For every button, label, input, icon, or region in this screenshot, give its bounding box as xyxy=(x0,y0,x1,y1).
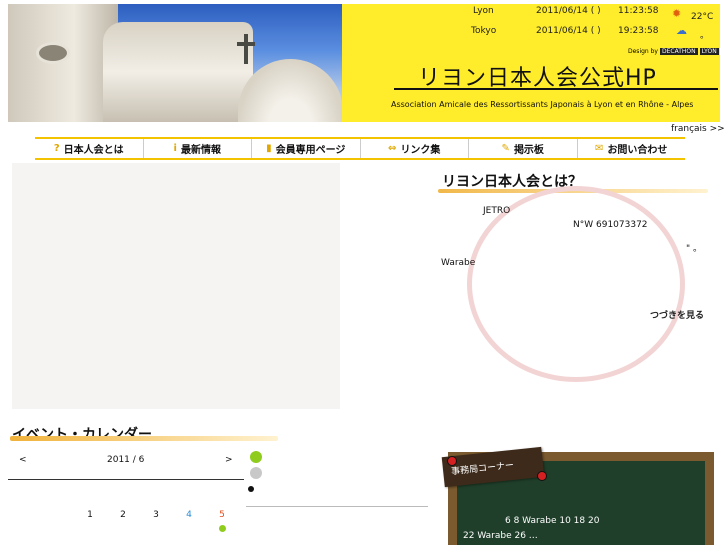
language-link[interactable]: français >> xyxy=(671,124,725,134)
calendar-day[interactable]: 1 xyxy=(82,510,98,520)
calendar-day[interactable]: 5 xyxy=(214,510,230,520)
calendar-underline xyxy=(10,436,278,441)
nav-contact[interactable]: ✉ お問い合わせ xyxy=(578,139,686,158)
design-credit: Design by DECATHON LYON xyxy=(628,48,719,55)
sidebar-divider xyxy=(246,506,428,507)
calendar-day[interactable]: 3 xyxy=(148,510,164,520)
design-credit-label: Design by xyxy=(628,48,658,55)
cloud-icon: ☁ xyxy=(676,24,687,37)
nav-bbs[interactable]: ✎ 掲示板 xyxy=(469,139,578,158)
clock-lyon-temp: 22°C xyxy=(691,12,714,22)
site-header: Lyon 2011/06/14 ( ) 11:23:58 ✹ 22°C Toky… xyxy=(8,4,720,122)
info-icon: i xyxy=(173,143,177,154)
nav-contact-label: お問い合わせ xyxy=(607,145,668,156)
calendar-day[interactable]: 2 xyxy=(115,510,131,520)
design-credit-brand: DECATHON xyxy=(659,48,698,55)
nav-members[interactable]: ▮ 会員専用ページ xyxy=(252,139,361,158)
about-quote: " 。 xyxy=(686,244,703,254)
nav-news-label: 最新情報 xyxy=(180,145,221,156)
clock-lyon-time: 11:23:58 xyxy=(618,6,659,16)
mail-icon: ✉ xyxy=(595,143,604,154)
nav-links-label: リンク集 xyxy=(400,145,441,156)
design-credit-brand-2: LYON xyxy=(699,48,719,55)
about-jetro: JETRO xyxy=(483,206,511,216)
site-subtitle: Association Amicale des Ressortissants J… xyxy=(391,100,694,109)
main-nav: ? 日本人会とは i 最新情報 ▮ 会員専用ページ ⇔ リンク集 ✎ 掲示板 ✉ お問い合わ… xyxy=(35,137,685,160)
nav-members-label: 会員専用ページ xyxy=(275,145,346,156)
board-text-line-1: 6 8 Warabe 10 18 20 xyxy=(505,516,600,526)
about-siret: N°W 691073372 xyxy=(573,220,648,230)
clock-tokyo-time: 19:23:58 xyxy=(618,26,659,36)
link-icon: ⇔ xyxy=(388,143,397,154)
ladybug-icon xyxy=(537,471,547,481)
calendar-month: 2011 / 6 xyxy=(107,455,145,465)
question-icon: ? xyxy=(53,143,60,154)
featured-image xyxy=(12,163,340,409)
calendar-next-button[interactable]: > xyxy=(225,455,233,465)
nav-bbs-label: 掲示板 xyxy=(513,145,544,156)
header-photo xyxy=(8,4,342,122)
ladybug-icon xyxy=(447,456,457,466)
calendar-divider xyxy=(8,479,244,480)
board-text-line-2: 22 Warabe 26 … xyxy=(463,531,538,541)
book-icon: ▮ xyxy=(266,143,272,154)
clock-tokyo-city: Tokyo xyxy=(471,26,497,36)
clock-lyon-date: 2011/06/14 ( ) xyxy=(536,6,601,16)
clock-tokyo-temp: 。 xyxy=(700,31,710,41)
title-underline xyxy=(394,88,718,90)
event-dot xyxy=(219,525,226,532)
clock-tokyo-date: 2011/06/14 ( ) xyxy=(536,26,601,36)
sun-icon: ✹ xyxy=(672,7,682,20)
calendar-prev-button[interactable]: < xyxy=(19,455,27,465)
read-more-link[interactable]: つづきを見る xyxy=(650,308,704,321)
legend-green-dot xyxy=(250,451,262,463)
calendar-title: イベント・カレンダー xyxy=(12,427,152,443)
nav-news[interactable]: i 最新情報 xyxy=(144,139,252,158)
legend-black-dot xyxy=(248,486,254,492)
calendar-day[interactable]: 4 xyxy=(181,510,197,520)
clock-lyon-city: Lyon xyxy=(473,6,494,16)
nav-links[interactable]: ⇔ リンク集 xyxy=(361,139,469,158)
nav-about[interactable]: ? 日本人会とは xyxy=(35,139,144,158)
nav-about-label: 日本人会とは xyxy=(63,145,124,156)
about-warabe: Warabe xyxy=(441,258,476,268)
pencil-icon: ✎ xyxy=(501,143,510,154)
legend-gray-dot xyxy=(250,467,262,479)
